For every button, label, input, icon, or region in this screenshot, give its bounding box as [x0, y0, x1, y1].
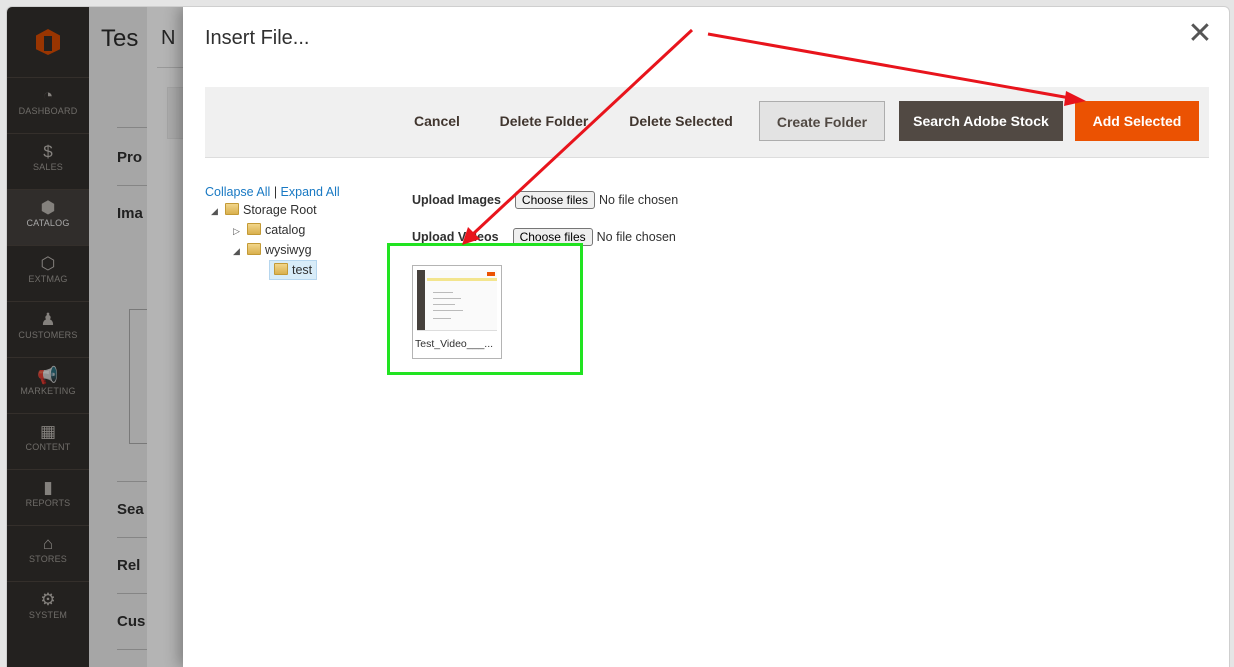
arrow-line-to-thumbnail: [471, 28, 694, 236]
arrow-line-to-add-selected: [707, 32, 1071, 100]
arrow-head-icon: [1064, 91, 1086, 106]
annotation-arrows: [462, 28, 1086, 245]
